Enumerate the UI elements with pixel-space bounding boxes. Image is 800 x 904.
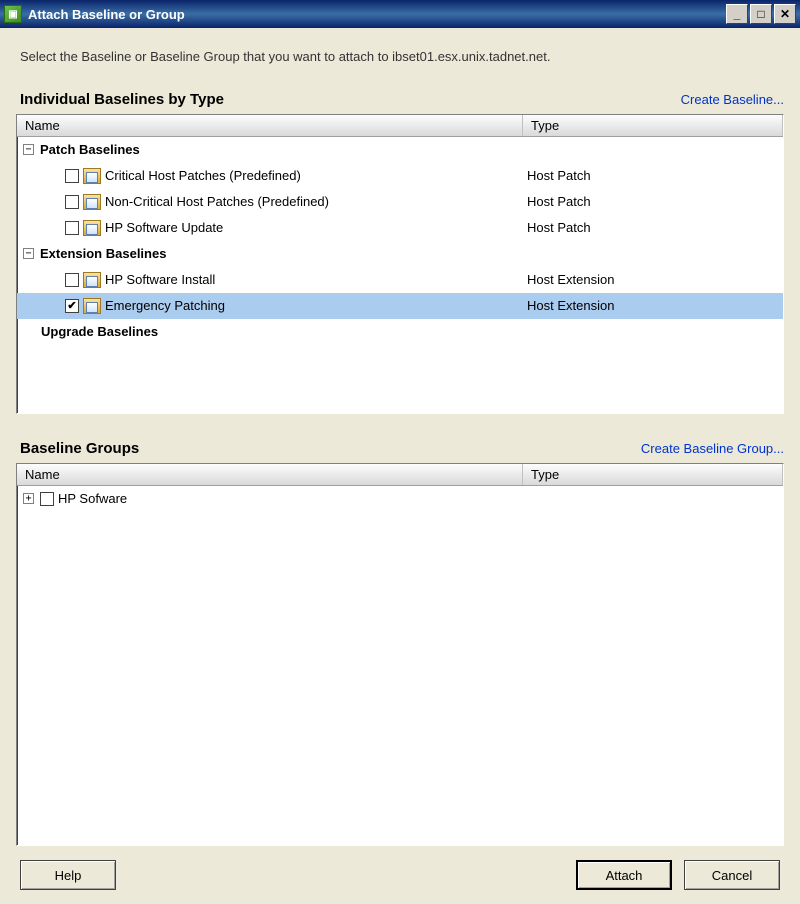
content-area: Select the Baseline or Baseline Group th… (0, 28, 800, 904)
collapse-icon[interactable]: − (23, 144, 34, 155)
baseline-icon (83, 298, 101, 314)
help-button[interactable]: Help (20, 860, 116, 890)
col-type[interactable]: Type (523, 464, 783, 485)
window-controls: _ □ ✕ (726, 4, 796, 24)
col-type[interactable]: Type (523, 115, 783, 136)
create-group-link[interactable]: Create Baseline Group... (641, 441, 784, 456)
baseline-name: Non-Critical Host Patches (Predefined) (105, 194, 329, 209)
checkbox[interactable] (65, 273, 79, 287)
group-label: Upgrade Baselines (41, 324, 158, 339)
baseline-item-critical[interactable]: Critical Host Patches (Predefined) Host … (17, 163, 783, 189)
baselines-tree-body[interactable]: − Patch Baselines Critical Host Patches … (17, 137, 783, 345)
checkbox[interactable] (40, 492, 54, 506)
collapse-icon[interactable]: − (23, 248, 34, 259)
baseline-item-hpinstall[interactable]: HP Software Install Host Extension (17, 267, 783, 293)
checkbox-checked[interactable]: ✔ (65, 299, 79, 313)
close-button[interactable]: ✕ (774, 4, 796, 24)
baseline-item-hpupdate[interactable]: HP Software Update Host Patch (17, 215, 783, 241)
group-extension-baselines[interactable]: − Extension Baselines (17, 241, 783, 267)
baseline-name: HP Software Update (105, 220, 223, 235)
maximize-button[interactable]: □ (750, 4, 772, 24)
groups-title: Baseline Groups (20, 440, 139, 457)
baseline-name: Critical Host Patches (Predefined) (105, 168, 301, 183)
baseline-name: HP Software Install (105, 272, 215, 287)
title-bar[interactable]: ▣ Attach Baseline or Group _ □ ✕ (0, 0, 800, 28)
window-title: Attach Baseline or Group (28, 7, 726, 22)
minimize-button[interactable]: _ (726, 4, 748, 24)
groups-tree: Name Type + HP Sofware (16, 463, 784, 846)
baseline-type: Host Patch (523, 168, 783, 183)
baselines-column-header: Name Type (17, 115, 783, 137)
baseline-name: Emergency Patching (105, 298, 225, 313)
attach-button[interactable]: Attach (576, 860, 672, 890)
baseline-type: Host Patch (523, 220, 783, 235)
groups-header: Baseline Groups Create Baseline Group... (20, 440, 784, 457)
groups-column-header: Name Type (17, 464, 783, 486)
expand-icon[interactable]: + (23, 493, 34, 504)
group-upgrade-baselines[interactable]: Upgrade Baselines (17, 319, 783, 345)
baseline-type: Host Extension (523, 298, 783, 313)
baseline-icon (83, 220, 101, 236)
instruction-text: Select the Baseline or Baseline Group th… (20, 48, 784, 67)
baseline-type: Host Extension (523, 272, 783, 287)
col-name[interactable]: Name (17, 464, 523, 485)
baseline-item-emergency[interactable]: ✔ Emergency Patching Host Extension (17, 293, 783, 319)
checkbox[interactable] (65, 169, 79, 183)
group-label: Extension Baselines (40, 246, 166, 261)
group-item-hpsoftware[interactable]: + HP Sofware (17, 486, 783, 512)
cancel-button[interactable]: Cancel (684, 860, 780, 890)
baseline-icon (83, 194, 101, 210)
col-name[interactable]: Name (17, 115, 523, 136)
checkbox[interactable] (65, 195, 79, 209)
baseline-icon (83, 168, 101, 184)
button-bar: Help Attach Cancel (16, 860, 784, 890)
baseline-item-noncritical[interactable]: Non-Critical Host Patches (Predefined) H… (17, 189, 783, 215)
baseline-type: Host Patch (523, 194, 783, 209)
group-patch-baselines[interactable]: − Patch Baselines (17, 137, 783, 163)
app-icon: ▣ (4, 5, 22, 23)
baselines-title: Individual Baselines by Type (20, 91, 224, 108)
group-name: HP Sofware (58, 491, 127, 506)
group-label: Patch Baselines (40, 142, 140, 157)
create-baseline-link[interactable]: Create Baseline... (681, 92, 784, 107)
baseline-icon (83, 272, 101, 288)
checkbox[interactable] (65, 221, 79, 235)
baselines-header: Individual Baselines by Type Create Base… (20, 91, 784, 108)
baselines-tree: Name Type − Patch Baselines Critical Hos… (16, 114, 784, 414)
groups-tree-body[interactable]: + HP Sofware (17, 486, 783, 512)
